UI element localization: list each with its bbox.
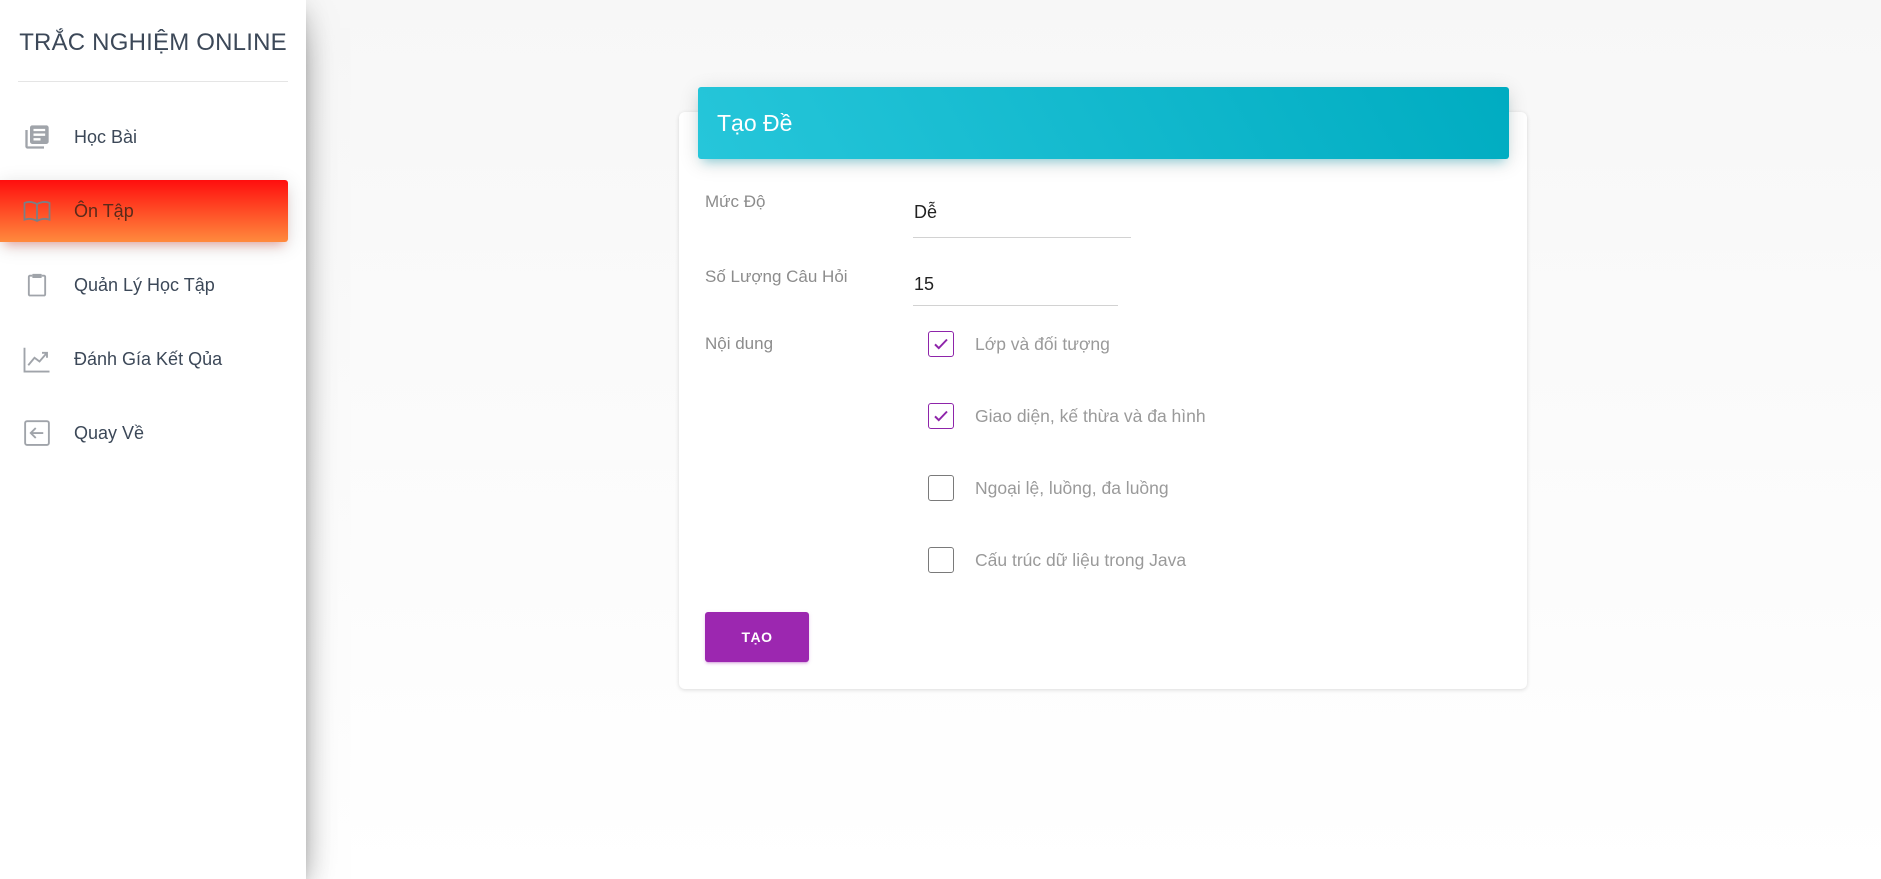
content-label: Nội dung <box>705 334 774 353</box>
sidebar-item-label: Học Bài <box>74 126 138 147</box>
check-icon <box>934 338 948 350</box>
main-content: Tạo Đề Mức Độ Dễ Số Lượng Câu Hỏi 15 Nội… <box>306 0 1881 879</box>
topic-checkbox-row[interactable]: Lớp và đối tượng <box>928 329 1110 359</box>
topic-checkbox-row[interactable]: Cấu trúc dữ liệu trong Java <box>928 545 1186 575</box>
question-count-value: 15 <box>914 274 935 294</box>
sidebar-item-on-tap[interactable]: Ôn Tập <box>0 180 288 242</box>
check-icon <box>934 410 948 422</box>
sidebar-item-label: Quay Về <box>74 422 145 443</box>
create-button[interactable]: TẠO <box>705 612 809 662</box>
back-arrow-icon <box>22 418 52 448</box>
sidebar-item-quan-ly-hoc-tap[interactable]: Quản Lý Học Tập <box>0 254 288 316</box>
sidebar-item-label: Đánh Gía Kết Qủa <box>74 348 223 369</box>
sidebar-item-hoc-bai[interactable]: Học Bài <box>0 106 288 168</box>
card-title: Tạo Đề <box>717 109 793 136</box>
question-count-field[interactable]: 15 <box>913 274 1118 306</box>
topic-label: Ngoại lệ, luồng, đa luồng <box>975 477 1169 498</box>
sidebar-item-label: Quản Lý Học Tập <box>74 274 215 295</box>
sidebar-nav: Học Bài Ôn Tập Quản Lý Học Tập Đánh Gía … <box>0 106 306 464</box>
topic-checkbox-row[interactable]: Giao diện, kế thừa và đa hình <box>928 401 1206 431</box>
topic-checkbox-row[interactable]: Ngoại lệ, luồng, đa luồng <box>928 473 1169 503</box>
checkbox[interactable] <box>928 331 954 357</box>
checkbox[interactable] <box>928 475 954 501</box>
level-field[interactable]: Dễ <box>913 202 1131 238</box>
clipboard-icon <box>22 270 52 300</box>
topic-label: Lớp và đối tượng <box>975 333 1110 354</box>
sidebar-item-label: Ôn Tập <box>74 200 134 221</box>
checkbox[interactable] <box>928 547 954 573</box>
trending-up-icon <box>22 344 52 374</box>
topic-label: Giao diện, kế thừa và đa hình <box>975 405 1206 426</box>
level-label: Mức Độ <box>705 192 766 211</box>
sidebar-item-quay-ve[interactable]: Quay Về <box>0 402 288 464</box>
question-count-label: Số Lượng Câu Hỏi <box>705 267 848 286</box>
checkbox[interactable] <box>928 403 954 429</box>
sidebar: TRẮC NGHIỆM ONLINE Học Bài Ôn Tập Quản L… <box>0 0 306 879</box>
level-value: Dễ <box>914 202 938 222</box>
card-header: Tạo Đề <box>698 87 1509 159</box>
library-books-icon <box>22 122 52 152</box>
sidebar-item-danh-gia-ket-qua[interactable]: Đánh Gía Kết Qủa <box>0 328 288 390</box>
brand-title: TRẮC NGHIỆM ONLINE <box>18 0 288 82</box>
topic-label: Cấu trúc dữ liệu trong Java <box>975 549 1187 570</box>
book-open-icon <box>22 196 52 226</box>
